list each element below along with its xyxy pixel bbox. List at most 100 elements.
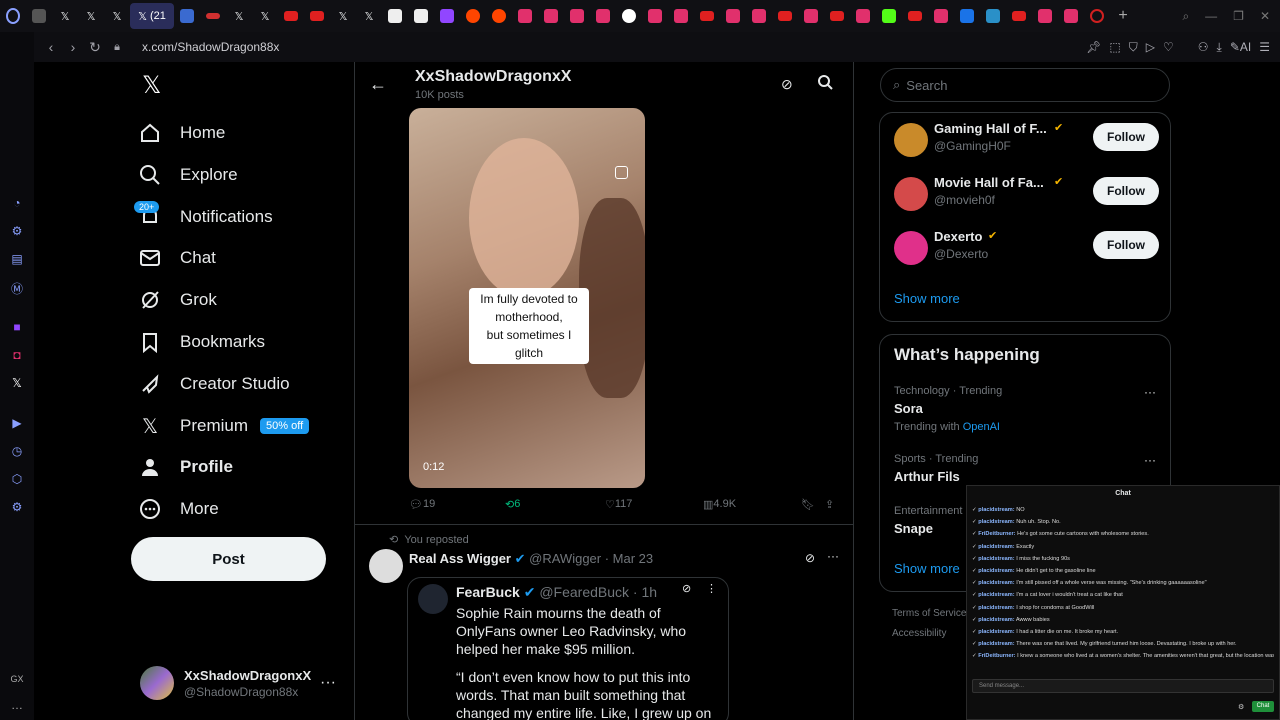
- post-date[interactable]: · Mar 23: [605, 551, 653, 566]
- new-tab-plus-icon[interactable]: +: [1110, 3, 1136, 29]
- close-window-icon[interactable]: ✕: [1260, 9, 1270, 23]
- post-author[interactable]: Real Ass Wigger: [409, 551, 511, 566]
- quoted-post[interactable]: FearBuck ✔︎ @FearedBuck · 1h ⊘ ⋮ Sophie …: [407, 577, 729, 720]
- pin-icon[interactable]: 📌︎: [1086, 40, 1101, 54]
- tab-google-icon[interactable]: [616, 3, 642, 29]
- tab-reddit-icon[interactable]: [486, 3, 512, 29]
- chat-username[interactable]: placidstream:: [978, 641, 1014, 647]
- tab-kick-icon[interactable]: [876, 3, 902, 29]
- chat-settings-icon[interactable]: ⚙: [1238, 703, 1244, 711]
- tab-instagram-icon[interactable]: [538, 3, 564, 29]
- chat-username[interactable]: placidstream:: [978, 519, 1014, 525]
- repost-button[interactable]: ⟲ 6: [505, 498, 520, 511]
- trend-item[interactable]: Sports · Trending Arthur Fils ···: [894, 453, 1156, 484]
- like-button[interactable]: ♡ 117: [605, 498, 632, 511]
- follow-button[interactable]: Follow: [1093, 177, 1159, 205]
- sidebar-bot-icon[interactable]: ⚙: [9, 224, 25, 240]
- opera-logo-icon[interactable]: [0, 3, 26, 29]
- back-arrow-icon[interactable]: ←: [369, 74, 387, 95]
- tab-favicon[interactable]: [954, 3, 980, 29]
- profile-icon[interactable]: ⚇: [1198, 40, 1209, 54]
- chat-username[interactable]: placidstream:: [978, 629, 1014, 635]
- nav-explore[interactable]: Explore: [138, 155, 238, 195]
- more-dots-icon[interactable]: ···: [827, 549, 839, 563]
- search-icon[interactable]: [817, 74, 833, 95]
- tab-instagram-icon[interactable]: [1032, 3, 1058, 29]
- tab-instagram-icon[interactable]: [850, 3, 876, 29]
- tab-youtube-icon[interactable]: [1006, 3, 1032, 29]
- reload-icon[interactable]: ↻: [84, 39, 106, 56]
- reply-button[interactable]: 💬︎ 19: [409, 498, 435, 511]
- chat-username[interactable]: placidstream:: [978, 617, 1014, 623]
- nav-more[interactable]: More: [138, 489, 219, 529]
- tab-active[interactable]: 𝕏 (21: [130, 3, 174, 29]
- search-tabs-icon[interactable]: ⌕: [1182, 9, 1189, 24]
- grok-icon[interactable]: ⊘: [805, 551, 815, 565]
- grok-icon[interactable]: ⊘: [682, 582, 691, 595]
- tab-instagram-icon[interactable]: [564, 3, 590, 29]
- post-button[interactable]: Post: [131, 537, 326, 581]
- nav-bookmarks[interactable]: Bookmarks: [138, 322, 265, 362]
- sidebar-notes-icon[interactable]: ▤: [9, 252, 25, 268]
- play-icon[interactable]: ▷: [1146, 40, 1155, 54]
- follow-button[interactable]: Follow: [1093, 123, 1159, 151]
- grok-icon[interactable]: ⊘: [781, 76, 793, 93]
- shield-icon[interactable]: ⛉: [1129, 40, 1138, 55]
- tab-youtube-icon[interactable]: [772, 3, 798, 29]
- tab-instagram-icon[interactable]: [1058, 3, 1084, 29]
- tab-x-icon[interactable]: 𝕏: [330, 3, 356, 29]
- nav-home[interactable]: Home: [138, 113, 225, 153]
- tab-instagram-icon[interactable]: [746, 3, 772, 29]
- show-more-link[interactable]: Show more: [894, 561, 960, 576]
- maximize-icon[interactable]: ❐: [1233, 9, 1244, 23]
- nav-chat[interactable]: Chat: [138, 238, 216, 278]
- tab-favicon[interactable]: [174, 3, 200, 29]
- quote-author[interactable]: FearBuck: [456, 584, 520, 600]
- bookmark-icon[interactable]: 🔖︎: [801, 498, 815, 511]
- more-dots-icon[interactable]: ···: [1144, 453, 1156, 467]
- minimize-icon[interactable]: —: [1205, 9, 1217, 23]
- account-switcher[interactable]: XxShadowDragonxX @ShadowDragon88x ···: [140, 663, 350, 703]
- more-dots-icon[interactable]: ⋮: [706, 582, 717, 595]
- sidebar-twitch-icon[interactable]: ■: [9, 320, 25, 336]
- tab-favicon[interactable]: [200, 3, 226, 29]
- tab-instagram-icon[interactable]: [928, 3, 954, 29]
- trend-item[interactable]: Entertainment Snape: [894, 505, 974, 536]
- video-player[interactable]: Im fully devoted to motherhood, but some…: [409, 108, 645, 488]
- tab-favicon[interactable]: [408, 3, 434, 29]
- follow-suggestion[interactable]: Movie Hall of Fa... ✔︎ @movieh0f Follow: [894, 175, 1159, 215]
- sidebar-x-icon[interactable]: 𝕏: [9, 376, 25, 392]
- tab-x-icon[interactable]: 𝕏: [252, 3, 278, 29]
- chat-username[interactable]: placidstream:: [978, 580, 1014, 586]
- forward-icon[interactable]: ›: [62, 39, 84, 55]
- snapshot-icon[interactable]: ⬚: [1109, 40, 1120, 54]
- gif-toggle-icon[interactable]: [615, 166, 628, 179]
- tab-youtube-icon[interactable]: [824, 3, 850, 29]
- sidebar-extensions-icon[interactable]: ⬡: [9, 472, 25, 488]
- chat-username[interactable]: placidstream:: [978, 544, 1014, 550]
- nav-premium[interactable]: 𝕏 Premium 50% off: [138, 406, 310, 446]
- tab-instagram-icon[interactable]: [798, 3, 824, 29]
- sidebar-instagram-icon[interactable]: ◘: [9, 348, 25, 364]
- menu-icon[interactable]: ☰: [1259, 40, 1270, 54]
- x-logo-icon[interactable]: 𝕏: [142, 74, 166, 98]
- trend-link[interactable]: OpenAI: [963, 421, 1000, 433]
- tab-x-icon[interactable]: 𝕏: [78, 3, 104, 29]
- chat-username[interactable]: FriDeitburner:: [978, 531, 1015, 537]
- post-handle[interactable]: @RAWigger: [529, 551, 601, 566]
- views-button[interactable]: ▥ 4.9K: [703, 498, 736, 511]
- chat-send-button[interactable]: Chat: [1252, 701, 1274, 712]
- tab-x-icon[interactable]: 𝕏: [52, 3, 78, 29]
- reposted-post[interactable]: ⟲ You reposted Real Ass Wigger ✔︎ @RAWig…: [355, 524, 853, 720]
- nav-profile[interactable]: Profile: [138, 447, 233, 487]
- more-dots-icon[interactable]: ···: [320, 674, 336, 692]
- share-icon[interactable]: ⇪: [825, 498, 834, 511]
- chat-username[interactable]: placidstream:: [978, 592, 1014, 598]
- tab-instagram-icon[interactable]: [512, 3, 538, 29]
- chat-username[interactable]: placidstream:: [978, 507, 1014, 513]
- quote-handle[interactable]: @FearedBuck: [539, 584, 629, 600]
- sidebar-history-icon[interactable]: ◷: [9, 444, 25, 460]
- chat-username[interactable]: placidstream:: [978, 568, 1014, 574]
- sidebar-player-icon[interactable]: ▶: [9, 416, 25, 432]
- tab-reddit-icon[interactable]: [460, 3, 486, 29]
